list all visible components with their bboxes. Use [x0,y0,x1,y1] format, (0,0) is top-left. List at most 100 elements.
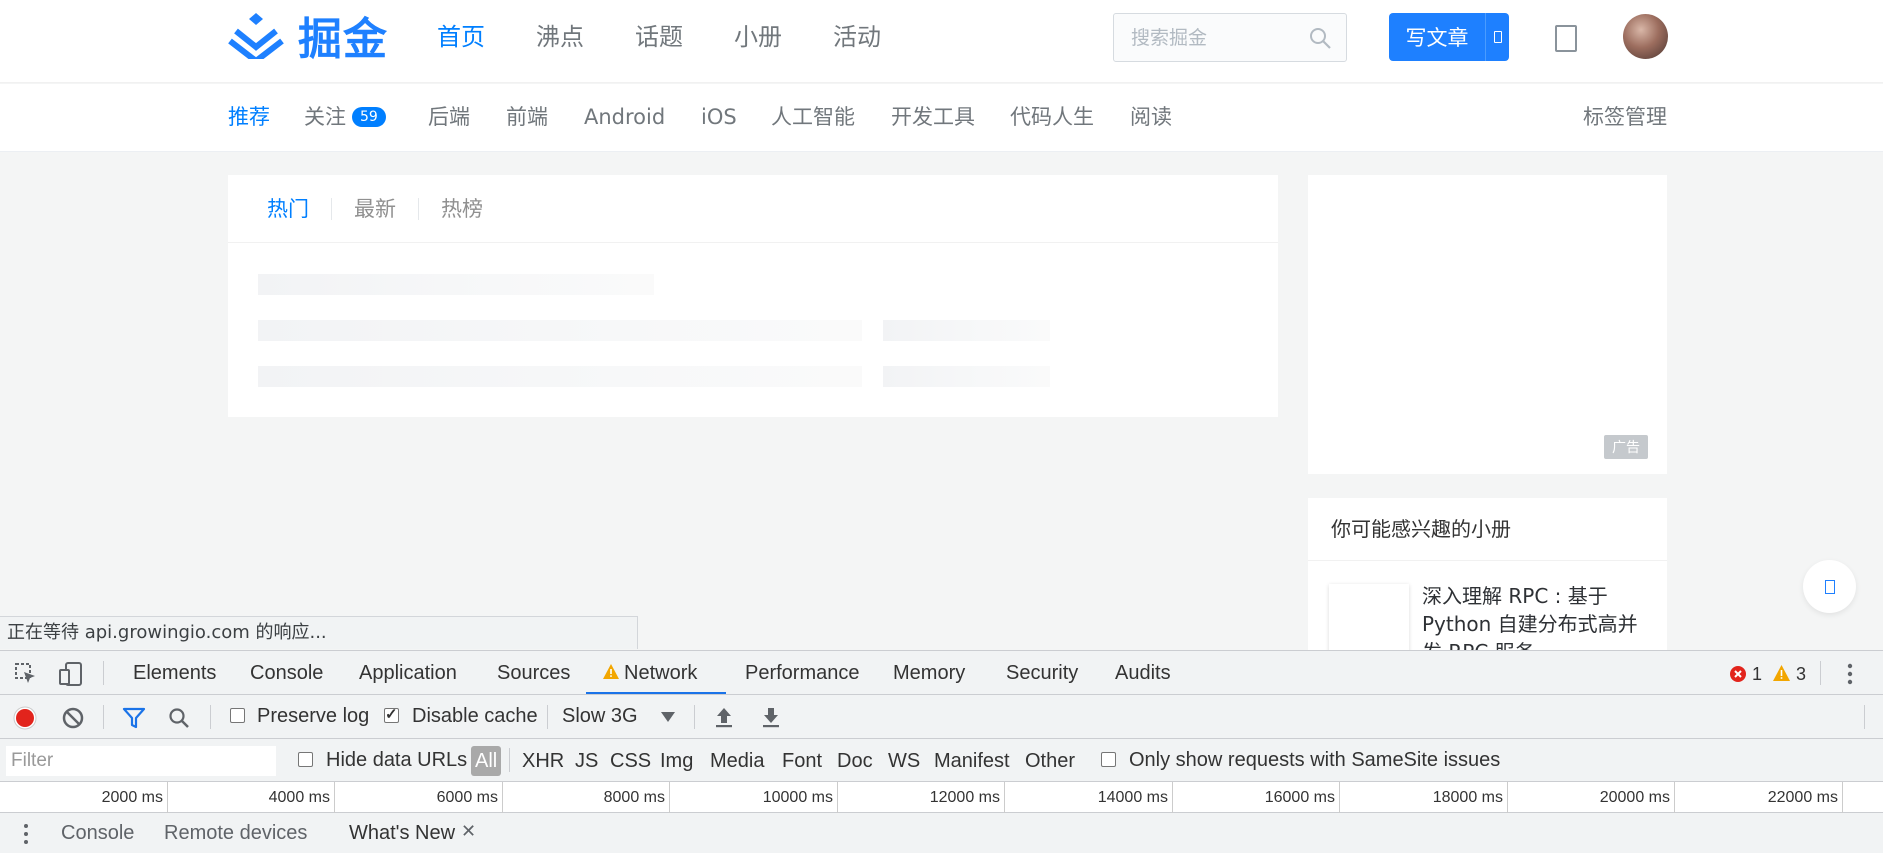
filter-type-doc[interactable]: Doc [833,746,877,776]
tag-backend[interactable]: 后端 [428,102,470,132]
filter-type-manifest[interactable]: Manifest [930,746,1014,776]
record-icon[interactable] [13,706,37,730]
browser-status-text: 正在等待 api.growingio.com 的响应... [0,616,638,649]
tab-audits[interactable]: Audits [1115,651,1171,694]
filter-type-js[interactable]: JS [571,746,602,776]
write-article-label: 写文章 [1405,26,1469,50]
hide-data-urls-checkbox[interactable] [298,752,313,767]
devtools-tabbar: Elements Console Application Sources Net… [0,651,1883,695]
tag-devtools[interactable]: 开发工具 [891,102,975,132]
tag-reading[interactable]: 阅读 [1130,102,1172,132]
close-icon[interactable]: ✕ [461,821,476,842]
timeline-tick: 6000 ms [335,782,503,813]
nav-books[interactable]: 小册 [734,20,782,54]
nav-pins[interactable]: 沸点 [536,20,584,54]
tag-frontend[interactable]: 前端 [506,102,548,132]
tab-hot[interactable]: 热门 [267,198,331,220]
filter-type-css[interactable]: CSS [606,746,655,776]
warning-count[interactable]: 3 [1796,664,1806,685]
tab-elements[interactable]: Elements [133,651,216,694]
tab-sources[interactable]: Sources [497,651,570,694]
timeline-tick: 14000 ms [1005,782,1173,813]
tab-memory[interactable]: Memory [893,651,965,694]
search-icon[interactable] [1308,26,1332,50]
suggest-icon [1824,579,1835,594]
tab-performance[interactable]: Performance [745,651,860,694]
loading-skeleton [258,274,654,295]
tag-recommended[interactable]: 推荐 [228,102,270,132]
tab-ranking[interactable]: 热榜 [418,197,505,220]
filter-type-ws[interactable]: WS [884,746,924,776]
filter-type-font[interactable]: Font [778,746,826,776]
avatar[interactable] [1623,14,1668,59]
filter-input[interactable] [6,746,276,776]
write-more-button[interactable] [1485,13,1509,61]
tab-security[interactable]: Security [1006,651,1078,694]
feed-tabs: 热门 最新 热榜 [228,175,1278,243]
tag-android[interactable]: Android [584,102,665,132]
books-panel-title: 你可能感兴趣的小册 [1308,498,1667,561]
filter-icon[interactable] [122,707,146,729]
import-har-icon[interactable] [713,705,735,729]
tab-console[interactable]: Console [250,651,323,694]
top-header: 掘金 首页 沸点 话题 小册 活动 写文章 [0,0,1883,83]
search-input[interactable] [1114,14,1294,61]
preserve-log-checkbox[interactable] [230,708,245,723]
more-options-icon[interactable] [1842,663,1858,685]
devtools-panel: Elements Console Application Sources Net… [0,650,1883,853]
tag-ios[interactable]: iOS [701,102,737,132]
preserve-log-label: Preserve log [257,705,370,727]
filter-type-img[interactable]: Img [656,746,697,776]
throttling-select[interactable]: Slow 3G [562,705,638,728]
tag-manage-link[interactable]: 标签管理 [1583,102,1667,132]
separator [509,748,510,772]
nav-events[interactable]: 活动 [833,20,881,54]
search-icon[interactable] [168,707,190,729]
error-count[interactable]: 1 [1752,664,1762,685]
tab-latest[interactable]: 最新 [331,197,418,220]
filter-type-all[interactable]: All [471,746,502,776]
warning-icon [603,664,619,679]
tag-code-life[interactable]: 代码人生 [1010,102,1094,132]
juejin-logo[interactable]: 掘金 [228,10,388,65]
chevron-down-icon[interactable] [661,712,675,722]
network-filter-bar: Hide data URLs All XHR JS CSS Img Media … [0,739,1883,782]
separator [210,705,211,729]
nav-home[interactable]: 首页 [437,20,485,54]
timeline-tick: 12000 ms [838,782,1005,813]
main-nav: 首页 沸点 话题 小册 活动 [437,20,932,54]
floating-action-button[interactable] [1803,560,1856,613]
dropdown-icon [1493,31,1502,43]
separator [1820,661,1821,685]
filter-type-xhr[interactable]: XHR [518,746,568,776]
tab-network-label: Network [624,662,698,684]
drawer-tab-remote-devices[interactable]: Remote devices [164,822,307,845]
tab-network[interactable]: Network [586,651,726,694]
drawer-tab-whats-new[interactable]: What's New [349,822,455,845]
follow-count-badge: 59 [352,107,386,127]
disable-cache-checkbox[interactable] [384,705,399,723]
network-toolbar: Preserve log Disable cache Slow 3G [0,695,1883,739]
inspect-element-icon[interactable] [14,662,38,686]
device-toolbar-icon[interactable] [58,661,84,687]
write-article-button[interactable]: 写文章 [1389,13,1509,61]
book-title[interactable]: 深入理解 RPC : 基于 Python 自建分布式高并发 RPC 服务 [1422,582,1642,650]
drawer-tab-console[interactable]: Console [61,822,134,845]
export-har-icon[interactable] [760,705,782,729]
notification-icon[interactable] [1555,25,1577,52]
tag-nav: 推荐 关注 59 后端 前端 Android iOS 人工智能 开发工具 代码人生… [0,84,1883,152]
clear-icon[interactable] [61,706,85,730]
samesite-checkbox[interactable] [1101,752,1116,767]
tag-ai[interactable]: 人工智能 [771,102,855,132]
tag-following[interactable]: 关注 59 [304,102,386,132]
network-timeline[interactable]: 2000 ms 4000 ms 6000 ms 8000 ms 10000 ms… [0,782,1883,813]
ad-panel[interactable]: 广告 [1308,175,1667,474]
filter-type-media[interactable]: Media [706,746,768,776]
book-cover[interactable] [1329,584,1409,650]
filter-type-other[interactable]: Other [1021,746,1079,776]
timeline-tick: 20000 ms [1508,782,1675,813]
tag-following-label: 关注 [304,105,346,129]
nav-topics[interactable]: 话题 [635,20,683,54]
tab-application[interactable]: Application [359,651,457,694]
drawer-menu-icon[interactable] [21,823,31,845]
